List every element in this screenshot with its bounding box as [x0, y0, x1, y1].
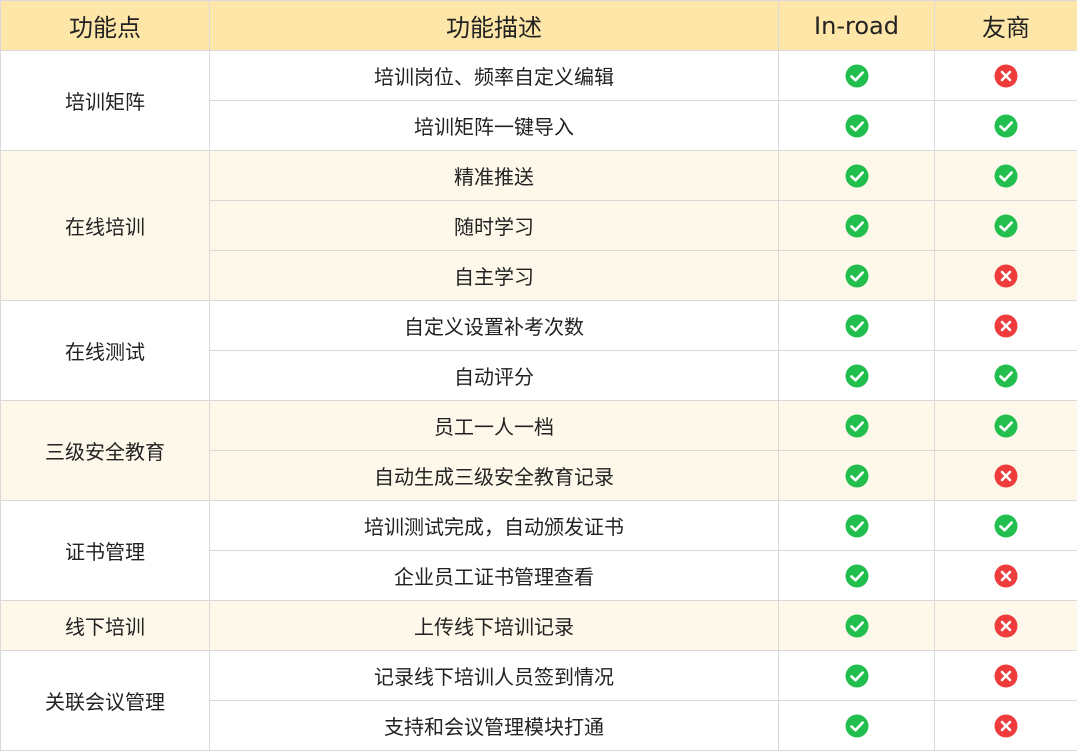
- inroad-support-cell: [778, 450, 935, 501]
- inroad-support-cell: [778, 650, 935, 701]
- feature-description: 自动生成三级安全教育记录: [209, 450, 779, 501]
- feature-group-name: 培训矩阵: [0, 50, 210, 151]
- check-icon: [994, 414, 1018, 438]
- inroad-support-cell: [778, 600, 935, 651]
- check-icon: [845, 114, 869, 138]
- cross-icon: [994, 564, 1018, 588]
- competitor-support-cell: [934, 100, 1077, 151]
- check-icon: [845, 514, 869, 538]
- feature-group-name: 关联会议管理: [0, 650, 210, 751]
- check-icon: [845, 664, 869, 688]
- check-icon: [845, 614, 869, 638]
- feature-description: 培训矩阵一键导入: [209, 100, 779, 151]
- feature-description: 随时学习: [209, 200, 779, 251]
- cross-icon: [994, 614, 1018, 638]
- competitor-support-cell: [934, 300, 1077, 351]
- feature-group-name: 在线测试: [0, 300, 210, 401]
- feature-description: 记录线下培训人员签到情况: [209, 650, 779, 701]
- table-row: 线下培训 上传线下培训记录: [0, 600, 1077, 651]
- check-icon: [845, 564, 869, 588]
- check-icon: [845, 414, 869, 438]
- competitor-support-cell: [934, 400, 1077, 451]
- competitor-support-cell: [934, 650, 1077, 701]
- cross-icon: [994, 314, 1018, 338]
- feature-description: 上传线下培训记录: [209, 600, 779, 651]
- header-inroad: In-road: [778, 0, 935, 51]
- competitor-support-cell: [934, 500, 1077, 551]
- inroad-support-cell: [778, 100, 935, 151]
- competitor-support-cell: [934, 150, 1077, 201]
- feature-description: 员工一人一档: [209, 400, 779, 451]
- competitor-support-cell: [934, 250, 1077, 301]
- inroad-support-cell: [778, 400, 935, 451]
- feature-group-name: 在线培训: [0, 150, 210, 301]
- table-row: 在线培训 精准推送: [0, 150, 1077, 301]
- table-row: 在线测试 自定义设置补考次数: [0, 300, 1077, 401]
- competitor-support-cell: [934, 550, 1077, 601]
- feature-description: 培训测试完成，自动颁发证书: [209, 500, 779, 551]
- competitor-support-cell: [934, 600, 1077, 651]
- feature-group-name: 线下培训: [0, 600, 210, 651]
- table-row: 三级安全教育 员工一人一档: [0, 400, 1077, 501]
- cross-icon: [994, 264, 1018, 288]
- header-description: 功能描述: [209, 0, 779, 51]
- check-icon: [994, 514, 1018, 538]
- cross-icon: [994, 664, 1018, 688]
- table-row: 关联会议管理 记录线下培训人员签到情况: [0, 650, 1077, 751]
- inroad-support-cell: [778, 150, 935, 201]
- feature-description: 自定义设置补考次数: [209, 300, 779, 351]
- cross-icon: [994, 464, 1018, 488]
- feature-description: 企业员工证书管理查看: [209, 550, 779, 601]
- check-icon: [994, 214, 1018, 238]
- feature-description: 自动评分: [209, 350, 779, 401]
- check-icon: [845, 264, 869, 288]
- check-icon: [994, 164, 1018, 188]
- check-icon: [845, 464, 869, 488]
- feature-group-name: 证书管理: [0, 500, 210, 601]
- inroad-support-cell: [778, 300, 935, 351]
- competitor-support-cell: [934, 50, 1077, 101]
- inroad-support-cell: [778, 550, 935, 601]
- check-icon: [845, 364, 869, 388]
- header-feature: 功能点: [0, 0, 210, 51]
- inroad-support-cell: [778, 250, 935, 301]
- feature-description: 培训岗位、频率自定义编辑: [209, 50, 779, 101]
- inroad-support-cell: [778, 700, 935, 751]
- competitor-support-cell: [934, 700, 1077, 751]
- feature-description: 精准推送: [209, 150, 779, 201]
- feature-comparison-table: 功能点 功能描述 In-road 友商 培训矩阵 培训岗位、频率自定义编辑 培训矩阵…: [0, 0, 1077, 751]
- header-competitor: 友商: [934, 0, 1077, 51]
- competitor-support-cell: [934, 450, 1077, 501]
- feature-description: 自主学习: [209, 250, 779, 301]
- inroad-support-cell: [778, 350, 935, 401]
- check-icon: [994, 364, 1018, 388]
- check-icon: [845, 164, 869, 188]
- table-row: 证书管理 培训测试完成，自动颁发证书: [0, 500, 1077, 601]
- check-icon: [845, 214, 869, 238]
- table-body: 培训矩阵 培训岗位、频率自定义编辑 培训矩阵一键导入 在线培训 精准推送 随时学习 自主学习…: [0, 50, 1077, 751]
- table-row: 培训矩阵 培训岗位、频率自定义编辑: [0, 50, 1077, 151]
- check-icon: [845, 314, 869, 338]
- cross-icon: [994, 714, 1018, 738]
- competitor-support-cell: [934, 350, 1077, 401]
- check-icon: [994, 114, 1018, 138]
- feature-group-name: 三级安全教育: [0, 400, 210, 501]
- inroad-support-cell: [778, 200, 935, 251]
- check-icon: [845, 64, 869, 88]
- header-row: 功能点 功能描述 In-road 友商: [0, 0, 1077, 51]
- competitor-support-cell: [934, 200, 1077, 251]
- inroad-support-cell: [778, 50, 935, 101]
- feature-description: 支持和会议管理模块打通: [209, 700, 779, 751]
- inroad-support-cell: [778, 500, 935, 551]
- cross-icon: [994, 64, 1018, 88]
- check-icon: [845, 714, 869, 738]
